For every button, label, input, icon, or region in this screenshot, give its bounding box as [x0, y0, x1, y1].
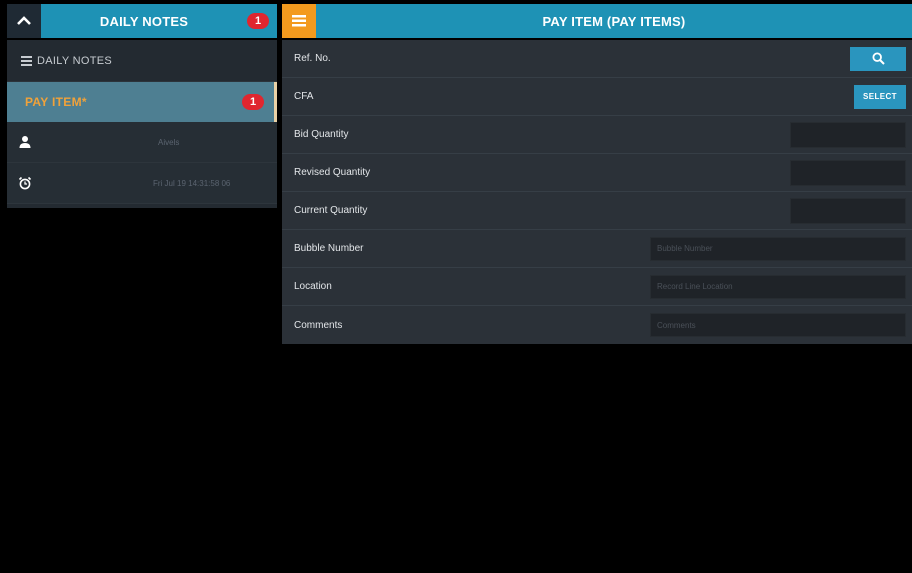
revised-quantity-field[interactable] [790, 159, 906, 186]
location-field[interactable]: Record Line Location [650, 274, 906, 299]
current-quantity-label: Current Quantity [294, 205, 368, 216]
bubble-number-label: Bubble Number [294, 243, 364, 254]
app-frame: DAILY NOTES 1 PAY ITEM (PAY ITEMS) DAILY… [0, 0, 912, 573]
comments-field[interactable]: Comments [650, 313, 906, 337]
notification-badge: 1 [247, 13, 269, 29]
location-row: Location Record Line Location [282, 268, 912, 306]
bid-quantity-row: Bid Quantity [282, 116, 912, 154]
revised-quantity-label: Revised Quantity [294, 167, 371, 178]
cfa-label: CFA [294, 91, 314, 102]
left-header-title: DAILY NOTES [99, 13, 189, 29]
pay-item-badge: 1 [242, 94, 264, 110]
sidebar-item-label: PAY ITEM* [25, 95, 87, 109]
sidebar: DAILY NOTES PAY ITEM* 1 Aivels Fri Jul 1… [7, 40, 277, 208]
current-quantity-row: Current Quantity [282, 192, 912, 230]
pay-item-form: Ref. No. CFA SELECT Bid Quantity Revised… [282, 40, 912, 344]
list-icon [21, 54, 32, 68]
right-header: PAY ITEM (PAY ITEMS) [282, 4, 912, 38]
author-value: Aivels [158, 137, 180, 147]
person-icon [7, 135, 43, 149]
timestamp-row: Fri Jul 19 14:31:58 06 [7, 163, 277, 204]
location-label: Location [294, 281, 332, 292]
search-button[interactable] [850, 46, 906, 71]
search-icon [871, 52, 885, 65]
select-button[interactable]: SELECT [854, 84, 906, 109]
chevron-up-icon [17, 16, 31, 25]
current-quantity-field[interactable] [790, 197, 906, 224]
alarm-clock-icon [7, 176, 43, 190]
left-header: DAILY NOTES 1 [7, 4, 277, 38]
comments-row: Comments Comments [282, 306, 912, 344]
cfa-row: CFA SELECT [282, 78, 912, 116]
collapse-button[interactable] [7, 4, 41, 38]
sidebar-item-pay-item[interactable]: PAY ITEM* 1 [7, 82, 277, 122]
bubble-number-row: Bubble Number Bubble Number [282, 230, 912, 268]
menu-button[interactable] [282, 4, 316, 38]
bid-quantity-field[interactable] [790, 121, 906, 148]
revised-quantity-row: Revised Quantity [282, 154, 912, 192]
bubble-number-field[interactable]: Bubble Number [650, 236, 906, 261]
page-title: PAY ITEM (PAY ITEMS) [542, 13, 686, 29]
ref-no-label: Ref. No. [294, 53, 331, 64]
sidebar-section-label: DAILY NOTES [37, 54, 113, 67]
sidebar-section-header[interactable]: DAILY NOTES [7, 40, 277, 82]
ref-no-row: Ref. No. [282, 40, 912, 78]
bid-quantity-label: Bid Quantity [294, 129, 349, 140]
timestamp-value: Fri Jul 19 14:31:58 06 [153, 178, 231, 188]
menu-icon [292, 15, 306, 27]
author-row: Aivels [7, 122, 277, 163]
comments-label: Comments [294, 319, 343, 331]
